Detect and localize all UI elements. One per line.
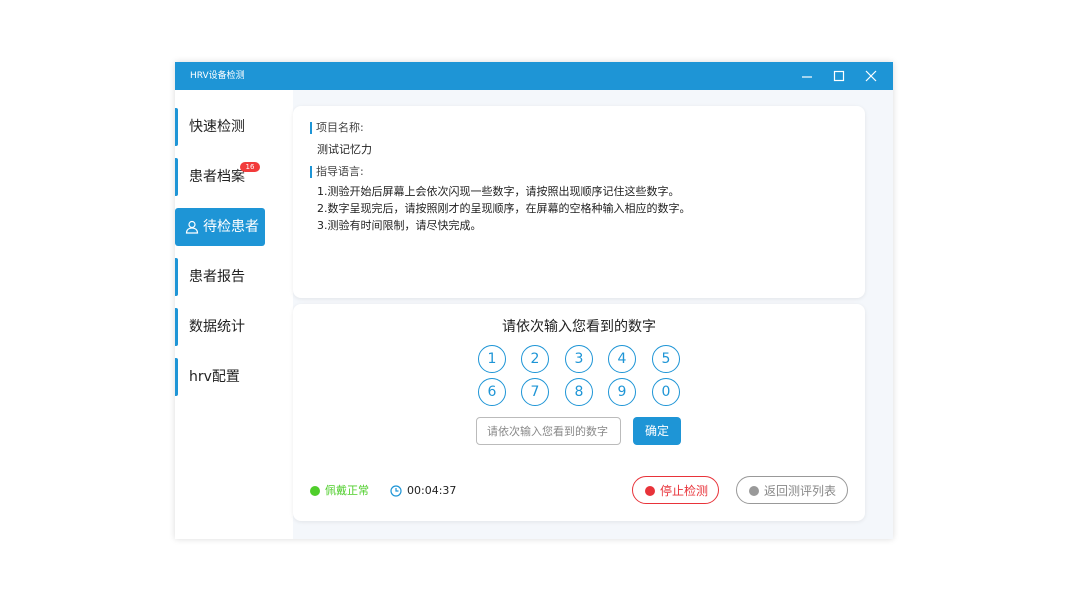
sidebar-item-label: 数据统计 xyxy=(189,319,245,335)
sidebar-item-statistics[interactable]: 数据统计 xyxy=(175,308,265,346)
maximize-button[interactable] xyxy=(827,66,851,86)
confirm-button[interactable]: 确定 xyxy=(633,417,681,445)
close-button[interactable] xyxy=(859,66,883,86)
clock-icon xyxy=(390,485,402,497)
digit-button-0[interactable]: 0 xyxy=(652,378,680,406)
sidebar-item-label: hrv配置 xyxy=(189,369,240,385)
close-icon xyxy=(865,70,877,82)
project-info-card: 项目名称: 测试记忆力 指导语言: 1.测验开始后屏幕上会依次闪现一些数字，请按… xyxy=(293,106,865,298)
back-to-list-button[interactable]: 返回测评列表 xyxy=(736,476,848,504)
digit-button-5[interactable]: 5 xyxy=(652,345,680,373)
wear-status-dot xyxy=(310,486,320,496)
elapsed-timer: 00:04:37 xyxy=(407,484,457,497)
guide-line: 3.测验有时间限制，请尽快完成。 xyxy=(317,219,482,232)
digit-button-7[interactable]: 7 xyxy=(521,378,549,406)
project-name-value: 测试记忆力 xyxy=(317,143,372,156)
sidebar-item-pending-patients[interactable]: 待检患者 xyxy=(175,208,265,246)
window-title: HRV设备检测 xyxy=(190,71,245,81)
digit-button-4[interactable]: 4 xyxy=(608,345,636,373)
minimize-icon xyxy=(802,76,812,78)
digit-button-8[interactable]: 8 xyxy=(565,378,593,406)
guide-line: 2.数字呈现完后，请按照刚才的呈现顺序，在屏幕的空格种输入相应的数字。 xyxy=(317,202,691,215)
sidebar-item-hrv-config[interactable]: hrv配置 xyxy=(175,358,265,396)
digit-button-1[interactable]: 1 xyxy=(478,345,506,373)
test-card: 请依次输入您看到的数字 1 2 3 4 5 6 7 8 9 0 确定 佩戴正常 … xyxy=(293,304,865,521)
back-to-list-label: 返回测评列表 xyxy=(764,484,837,498)
sidebar-item-indicator xyxy=(175,108,178,146)
digit-button-2[interactable]: 2 xyxy=(521,345,549,373)
sidebar-item-indicator xyxy=(175,358,178,396)
notification-badge: 16 xyxy=(240,162,260,172)
sidebar-item-patient-records[interactable]: 患者档案 16 xyxy=(175,158,265,196)
title-bar: HRV设备检测 xyxy=(175,62,893,90)
maximize-icon xyxy=(833,70,845,82)
app-window: HRV设备检测 快速检测 患者档案 16 待检患者 患者报告 数据统计 hrv配… xyxy=(175,62,893,539)
sidebar-item-indicator xyxy=(175,158,178,196)
sidebar-item-label: 待检患者 xyxy=(203,219,259,235)
wear-status-text: 佩戴正常 xyxy=(325,484,369,497)
stop-test-label: 停止检测 xyxy=(660,484,709,498)
digit-button-6[interactable]: 6 xyxy=(478,378,506,406)
sidebar: 快速检测 患者档案 16 待检患者 患者报告 数据统计 hrv配置 xyxy=(175,90,293,539)
sidebar-item-quick-test[interactable]: 快速检测 xyxy=(175,108,265,146)
stop-test-button[interactable]: 停止检测 xyxy=(632,476,719,504)
user-icon xyxy=(185,220,199,234)
digit-button-3[interactable]: 3 xyxy=(565,345,593,373)
answer-input[interactable] xyxy=(476,417,621,445)
back-icon xyxy=(749,486,759,496)
minimize-button[interactable] xyxy=(795,66,819,86)
sidebar-item-indicator xyxy=(175,308,178,346)
guide-line: 1.测验开始后屏幕上会依次闪现一些数字，请按照出现顺序记住这些数字。 xyxy=(317,185,680,198)
stop-icon xyxy=(645,486,655,496)
project-name-label: 项目名称: xyxy=(310,121,364,135)
sidebar-item-patient-reports[interactable]: 患者报告 xyxy=(175,258,265,296)
digit-button-9[interactable]: 9 xyxy=(608,378,636,406)
test-prompt: 请依次输入您看到的数字 xyxy=(502,319,656,335)
sidebar-item-label: 患者报告 xyxy=(189,269,245,285)
sidebar-item-label: 患者档案 xyxy=(189,169,245,185)
sidebar-item-indicator xyxy=(175,258,178,296)
sidebar-item-label: 快速检测 xyxy=(189,119,245,135)
guide-label: 指导语言: xyxy=(310,165,364,179)
